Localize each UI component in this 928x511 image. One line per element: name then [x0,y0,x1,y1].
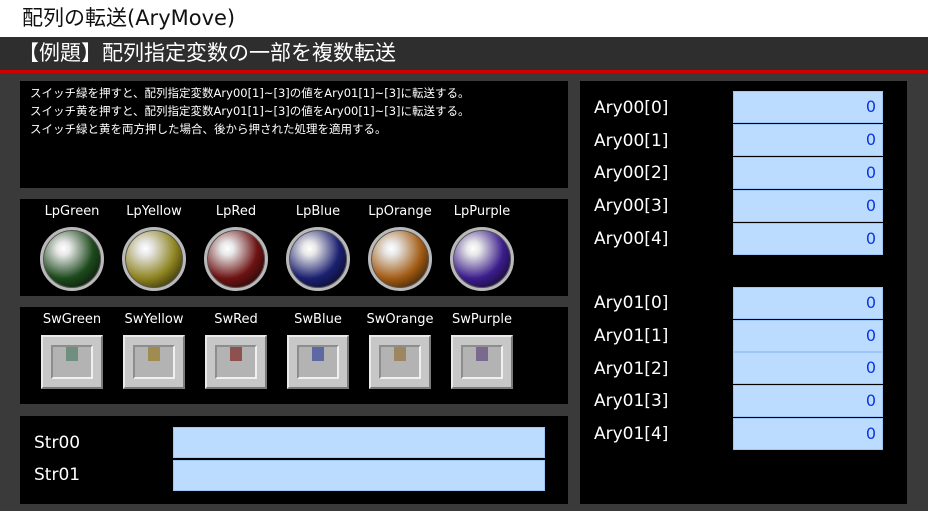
switch-label: SwYellow [124,312,184,327]
ary00-2-value[interactable]: 0 [733,157,883,189]
lamp-purple: LpPurple [444,203,520,291]
ary00-3-label: Ary00[3] [594,196,669,216]
ary01-2-label: Ary01[2] [594,359,669,379]
switch-indicator [312,347,324,361]
switch-blue[interactable]: SwBlue [280,311,356,389]
lamp-green: LpGreen [34,203,110,291]
description-line-3: スイッチ緑と黄を両方押した場合、後から押された処理を適用する。 [30,122,387,136]
ary00-2-label: Ary00[2] [594,163,669,183]
switch-red[interactable]: SwRed [198,311,274,389]
section-header: 【例題】配列指定変数の一部を複数転送 [0,37,928,70]
str00-field[interactable] [173,427,545,458]
switch-label: SwRed [214,312,258,327]
str00-label: Str00 [34,433,81,453]
ary01-4-value[interactable]: 0 [733,418,883,450]
lamp-label: LpYellow [126,204,182,219]
ary00-3-value[interactable]: 0 [733,190,883,222]
switch-orange[interactable]: SwOrange [362,311,438,389]
lamp-red: LpRed [198,203,274,291]
ary01-2-value[interactable]: 0 [733,352,883,384]
lamp-indicator [368,227,432,291]
switch-purple[interactable]: SwPurple [444,311,520,389]
str01-label: Str01 [34,465,81,485]
switch-button[interactable] [287,335,349,389]
lamp-label: LpPurple [453,204,511,219]
ary01-0-value[interactable]: 0 [733,287,883,319]
lamp-indicator [204,227,268,291]
ary01-1-label: Ary01[1] [594,326,669,346]
lamp-label: LpRed [215,204,257,219]
switch-green[interactable]: SwGreen [34,311,110,389]
switch-indicator [394,347,406,361]
ary01-3-label: Ary01[3] [594,391,669,411]
str01-field[interactable] [173,460,545,491]
lamp-panel: LpGreen LpYellow LpRed LpBlue LpOrange L… [20,199,568,296]
lamp-label: LpBlue [295,204,341,219]
lamp-indicator [286,227,350,291]
switch-indicator [66,347,78,361]
description-panel: スイッチ緑を押すと、配列指定変数Ary00[1]~[3]の値をAry01[1]~… [20,81,568,188]
switch-button[interactable] [369,335,431,389]
switch-label: SwGreen [42,312,102,327]
switch-indicator [148,347,160,361]
switch-button[interactable] [451,335,513,389]
ary00-1-label: Ary00[1] [594,131,669,151]
lamp-indicator [450,227,514,291]
switch-button[interactable] [41,335,103,389]
switch-yellow[interactable]: SwYellow [116,311,192,389]
switch-label: SwOrange [366,312,434,327]
description-line-2: スイッチ黄を押すと、配列指定変数Ary01[1]~[3]の値をAry00[1]~… [30,104,470,118]
ary00-4-label: Ary00[4] [594,229,669,249]
switch-label: SwPurple [452,312,512,327]
ary00-1-value[interactable]: 0 [733,124,883,156]
ary00-0-label: Ary00[0] [594,98,669,118]
lamp-indicator [40,227,104,291]
lamp-yellow: LpYellow [116,203,192,291]
ary01-3-value[interactable]: 0 [733,385,883,417]
lamp-label: LpGreen [44,204,100,219]
description-line-1: スイッチ緑を押すと、配列指定変数Ary00[1]~[3]の値をAry01[1]~… [30,86,470,100]
ary01-0-label: Ary01[0] [594,293,669,313]
content-area: スイッチ緑を押すと、配列指定変数Ary00[1]~[3]の値をAry01[1]~… [0,73,928,511]
string-panel: Str00 Str01 [20,416,568,504]
switch-panel: SwGreen SwYellow SwRed SwBlue SwOrange S… [20,307,568,404]
switch-button[interactable] [205,335,267,389]
ary01-4-label: Ary01[4] [594,424,669,444]
switch-button[interactable] [123,335,185,389]
array-panel: Ary00[0] 0 Ary00[1] 0 Ary00[2] 0 Ary00[3… [580,81,907,504]
switch-indicator [476,347,488,361]
switch-indicator [230,347,242,361]
page-title: 配列の転送(AryMove) [0,0,928,36]
lamp-label: LpOrange [368,204,432,219]
ary01-1-value[interactable]: 0 [733,320,883,352]
lamp-indicator [122,227,186,291]
switch-label: SwBlue [294,312,342,327]
ary00-0-value[interactable]: 0 [733,91,883,123]
ary00-4-value[interactable]: 0 [733,223,883,255]
lamp-orange: LpOrange [362,203,438,291]
lamp-blue: LpBlue [280,203,356,291]
